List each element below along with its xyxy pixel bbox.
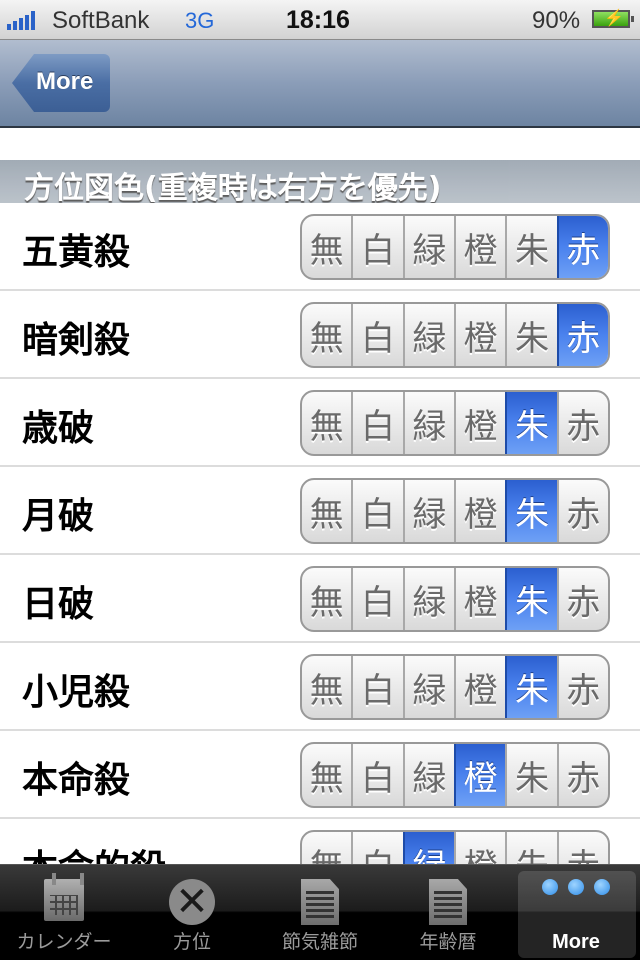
segment-option[interactable]: 無 — [302, 392, 351, 454]
segment-option[interactable]: 朱 — [505, 392, 557, 454]
tab-label: 方位 — [172, 931, 211, 953]
calendar-icon — [44, 873, 84, 921]
color-segmented-control[interactable]: 無白緑橙朱赤 — [300, 566, 610, 632]
network-type: 3G — [185, 8, 215, 33]
row-label: 五黄殺 — [22, 232, 131, 273]
segment-option[interactable]: 朱 — [505, 216, 556, 278]
battery-charging-icon: ⚡ — [592, 10, 634, 28]
color-segmented-control[interactable]: 無白緑橙朱赤 — [300, 214, 610, 280]
segment-option[interactable]: 緑 — [402, 656, 454, 718]
segment-option[interactable]: 緑 — [402, 744, 454, 806]
segment-option[interactable]: 白 — [351, 480, 402, 542]
section-title: 方位図色(重複時は右方を優先) — [24, 171, 442, 206]
segment-option[interactable]: 橙 — [453, 568, 505, 630]
segment-option[interactable]: 朱 — [505, 744, 556, 806]
segment-option[interactable]: 橙 — [453, 656, 505, 718]
tab-label: カレンダー — [16, 931, 112, 953]
table-row: 五黄殺 無白緑橙朱赤 — [0, 203, 640, 291]
segment-option[interactable]: 白 — [351, 216, 402, 278]
table-row: 小児殺 無白緑橙朱赤 — [0, 643, 640, 731]
segment-option[interactable]: 赤 — [556, 656, 608, 718]
tab-label: 年齢暦 — [419, 931, 477, 953]
segment-option[interactable]: 白 — [351, 392, 402, 454]
color-segmented-control[interactable]: 無白緑橙朱赤 — [300, 654, 610, 720]
section-header: 方位図色(重複時は右方を優先) — [0, 160, 640, 206]
table-row: 月破 無白緑橙朱赤 — [0, 467, 640, 555]
table-row: 歳破 無白緑橙朱赤 — [0, 379, 640, 467]
segment-option[interactable]: 橙 — [453, 392, 505, 454]
navigation-bar: More — [0, 40, 640, 128]
segment-option[interactable]: 朱 — [505, 304, 556, 366]
segment-option[interactable]: 赤 — [556, 480, 608, 542]
segment-option[interactable]: 赤 — [556, 392, 608, 454]
segment-option[interactable]: 橙 — [453, 216, 505, 278]
row-label: 歳破 — [22, 408, 95, 449]
segment-option[interactable]: 橙 — [453, 744, 506, 806]
segment-option[interactable]: 橙 — [453, 480, 505, 542]
segment-option[interactable]: 緑 — [402, 216, 454, 278]
segment-option[interactable]: 朱 — [505, 656, 557, 718]
segment-option[interactable]: 無 — [302, 480, 351, 542]
segment-option[interactable]: 無 — [302, 744, 351, 806]
table-row: 本命殺 無白緑橙朱赤 — [0, 731, 640, 819]
back-button[interactable]: More — [12, 54, 110, 112]
row-label: 暗剣殺 — [22, 320, 131, 361]
segment-option[interactable]: 赤 — [556, 304, 608, 366]
tab-item[interactable]: 年齢暦 — [384, 865, 512, 960]
segment-option[interactable]: 白 — [351, 304, 402, 366]
segment-option[interactable]: 無 — [302, 304, 351, 366]
segment-option[interactable]: 白 — [351, 568, 402, 630]
tab-item[interactable]: More — [512, 865, 640, 960]
segment-option[interactable]: 白 — [351, 656, 402, 718]
battery-percent: 90% — [532, 7, 581, 34]
tab-label: 節気雑節 — [281, 931, 358, 953]
segment-option[interactable]: 朱 — [505, 568, 557, 630]
color-segmented-control[interactable]: 無白緑橙朱赤 — [300, 742, 610, 808]
segment-option[interactable]: 赤 — [556, 216, 608, 278]
row-label: 日破 — [22, 584, 95, 625]
segment-option[interactable]: 無 — [302, 656, 351, 718]
segment-option[interactable]: 橙 — [453, 304, 505, 366]
carrier-name: SoftBank — [52, 7, 150, 34]
row-label: 本命殺 — [22, 760, 131, 801]
tab-label: More — [552, 931, 600, 953]
back-button-label: More — [36, 68, 94, 95]
segment-option[interactable]: 赤 — [556, 744, 608, 806]
segment-option[interactable]: 朱 — [505, 480, 557, 542]
row-label: 小児殺 — [22, 672, 131, 713]
tab-item[interactable]: カレンダー — [0, 865, 128, 960]
segment-option[interactable]: 無 — [302, 216, 351, 278]
segment-option[interactable]: 緑 — [402, 568, 454, 630]
segment-option[interactable]: 緑 — [402, 304, 454, 366]
segment-option[interactable]: 白 — [351, 744, 402, 806]
color-segmented-control[interactable]: 無白緑橙朱赤 — [300, 390, 610, 456]
row-label: 月破 — [22, 496, 95, 537]
tab-item[interactable]: ✕ 方位 — [128, 865, 256, 960]
table-row: 日破 無白緑橙朱赤 — [0, 555, 640, 643]
segment-option[interactable]: 緑 — [402, 392, 454, 454]
status-bar: SoftBank 3G 18:16 90% ⚡ — [0, 0, 640, 40]
tab-item[interactable]: 節気雑節 — [256, 865, 384, 960]
table-row: 暗剣殺 無白緑橙朱赤 — [0, 291, 640, 379]
more-dots-icon — [542, 879, 610, 895]
compass-icon: ✕ — [169, 879, 215, 925]
segment-option[interactable]: 赤 — [556, 568, 608, 630]
document-icon — [301, 879, 339, 925]
color-segmented-control[interactable]: 無白緑橙朱赤 — [300, 478, 610, 544]
segment-option[interactable]: 緑 — [402, 480, 454, 542]
segment-option[interactable]: 無 — [302, 568, 351, 630]
document-icon — [429, 879, 467, 925]
settings-table: 五黄殺無白緑橙朱赤暗剣殺無白緑橙朱赤歳破無白緑橙朱赤月破無白緑橙朱赤日破無白緑橙… — [0, 203, 640, 907]
color-segmented-control[interactable]: 無白緑橙朱赤 — [300, 302, 610, 368]
signal-strength-icon — [7, 10, 35, 30]
tab-bar: カレンダー ✕ 方位 節気雑節 年齢暦 More — [0, 864, 640, 960]
status-time: 18:16 — [286, 6, 350, 34]
